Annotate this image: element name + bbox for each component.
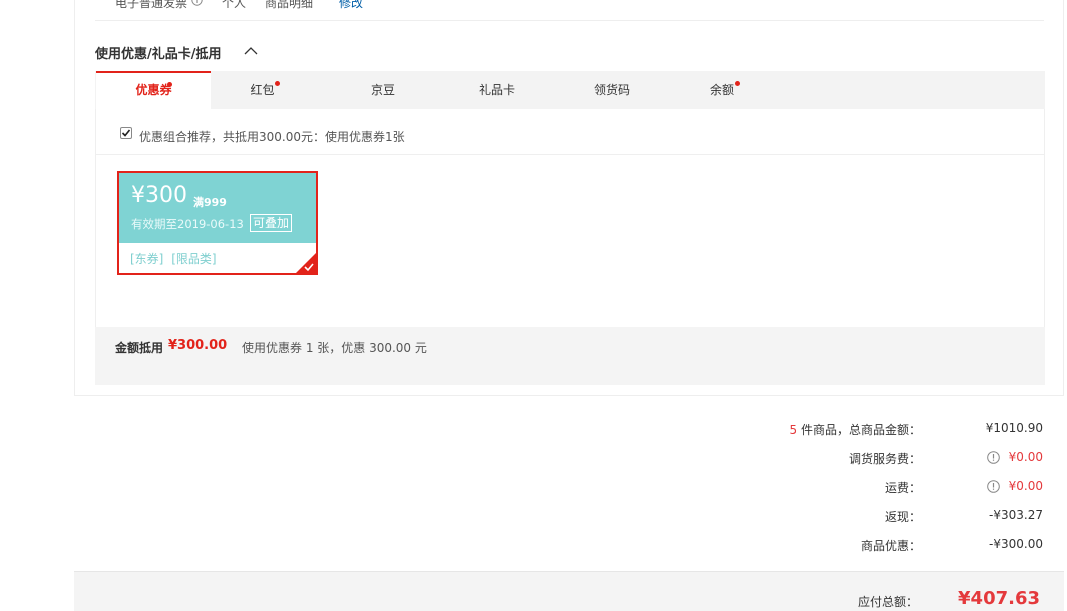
- coupon-validity: 有效期至2019-06-13: [131, 217, 244, 231]
- invoice-content: 商品明细: [265, 0, 314, 10]
- items-label-text: 件商品，总商品金额：: [797, 423, 921, 437]
- summary-items-row: 5 件商品，总商品金额： ¥1010.90: [0, 421, 1067, 437]
- recommend-text: 优惠组合推荐，共抵用300.00元：使用优惠券1张: [139, 130, 405, 144]
- selected-check-icon: [296, 253, 316, 273]
- divider: [96, 154, 1044, 155]
- tab-coupon[interactable]: 优惠券: [96, 71, 211, 109]
- tab-red-packet[interactable]: 红包: [211, 71, 314, 109]
- tab-balance[interactable]: 余额: [669, 71, 775, 109]
- divider: [95, 20, 1044, 21]
- coupon-amount: ¥300: [131, 183, 187, 208]
- invoice-title: 个人: [222, 0, 247, 10]
- summary-product-discount-row: 商品优惠： -¥300.00: [0, 537, 1067, 553]
- tab-pickup-code[interactable]: 领货码: [556, 71, 668, 109]
- tab-gift-card[interactable]: 礼品卡: [441, 71, 553, 109]
- tab-label: 礼品卡: [478, 83, 515, 97]
- info-icon[interactable]: [987, 480, 1000, 493]
- coupon-tag: [限品类]: [171, 252, 217, 266]
- notification-dot: [735, 81, 740, 86]
- cashback-label: 返现：: [884, 510, 921, 524]
- discount-tab-bar: 优惠券 红包 京豆 礼品卡 领货码 余额: [95, 71, 1045, 109]
- cashback-value: -¥303.27: [989, 508, 1043, 522]
- deduction-bar: 金额抵用 ¥300.00 使用优惠券 1 张，优惠 300.00 元: [95, 327, 1045, 385]
- notification-dot: [275, 81, 280, 86]
- recommend-checkbox[interactable]: [120, 127, 132, 139]
- check-icon: [121, 129, 131, 137]
- coupon-card[interactable]: ¥300 满999 有效期至2019-06-13 可叠加 [东券] [限品类]: [117, 171, 318, 275]
- notification-dot: [167, 82, 172, 87]
- total-bar: 应付总额： ¥407.63: [74, 571, 1064, 611]
- items-total-value: ¥1010.90: [985, 421, 1043, 435]
- tab-label: 红包: [250, 83, 275, 97]
- coupon-tags: [东券] [限品类]: [130, 250, 221, 267]
- invoice-edit-link[interactable]: 修改: [339, 0, 363, 11]
- summary-shipping-row: 运费： ¥0.00: [0, 479, 1067, 495]
- stackable-badge: 可叠加: [250, 214, 293, 232]
- summary-service-fee-row: 调货服务费： ¥0.00: [0, 450, 1067, 466]
- product-discount-value: -¥300.00: [989, 537, 1043, 551]
- tab-jingdou[interactable]: 京豆: [327, 71, 439, 109]
- info-icon: [191, 0, 203, 9]
- shipping-value: ¥0.00: [1008, 479, 1043, 493]
- deduction-description: 使用优惠券 1 张，优惠 300.00 元: [242, 341, 427, 355]
- service-fee-label: 调货服务费：: [848, 452, 921, 466]
- tab-label: 余额: [709, 83, 734, 97]
- product-discount-label: 商品优惠：: [860, 539, 921, 553]
- summary-cashback-row: 返现： -¥303.27: [0, 508, 1067, 524]
- tab-label: 领货码: [593, 83, 630, 97]
- deduction-label: 金额抵用: [115, 341, 164, 355]
- items-total-label: 5 件商品，总商品金额：: [790, 421, 921, 438]
- deduction-amount: ¥300.00: [168, 338, 228, 353]
- coupon-tag: [东券]: [130, 252, 164, 266]
- info-icon[interactable]: [987, 451, 1000, 464]
- total-label: 应付总额：: [857, 595, 918, 609]
- coupon-condition: 满999: [193, 196, 227, 209]
- invoice-type: 电子普通发票: [115, 0, 188, 10]
- tab-label: 京豆: [370, 83, 395, 97]
- service-fee-value: ¥0.00: [1008, 450, 1043, 464]
- discount-section-title[interactable]: 使用优惠/礼品卡/抵用: [95, 43, 222, 62]
- chevron-up-icon[interactable]: [244, 46, 258, 56]
- shipping-label: 运费：: [884, 481, 921, 495]
- coupon-header: ¥300 满999 有效期至2019-06-13 可叠加: [119, 173, 316, 243]
- total-value: ¥407.63: [958, 588, 1040, 609]
